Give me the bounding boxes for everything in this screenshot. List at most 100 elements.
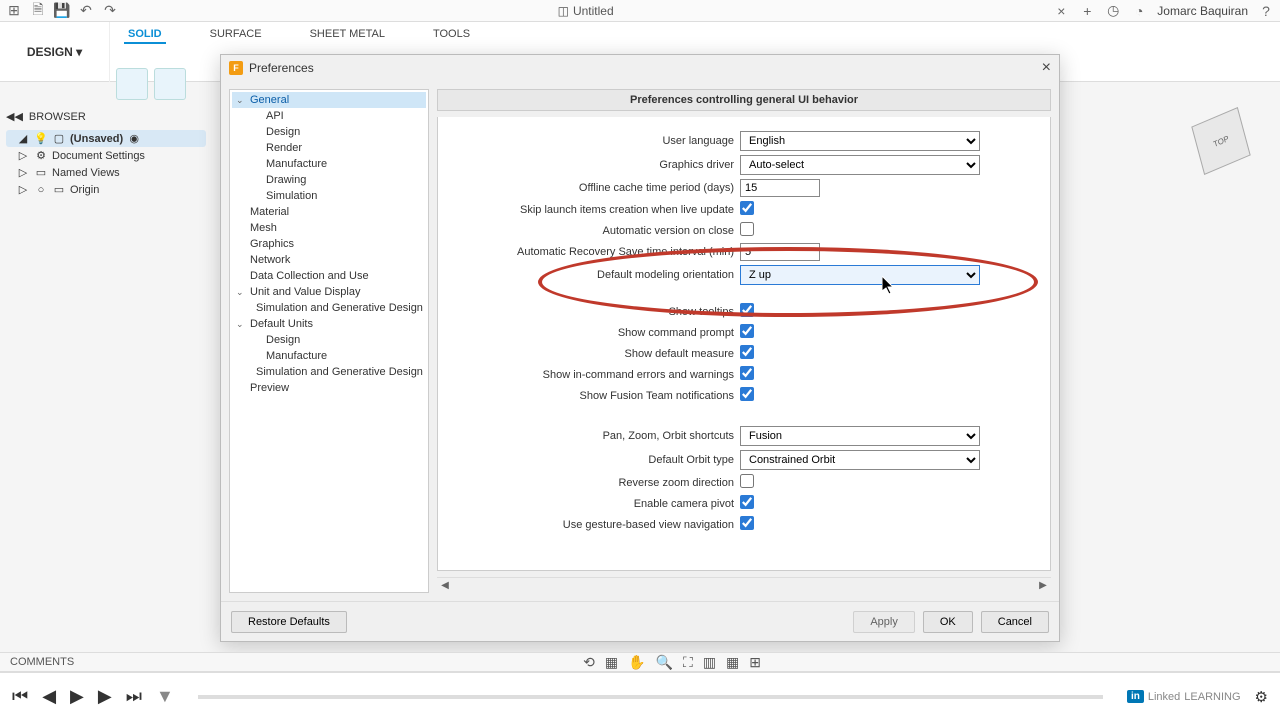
document-tab[interactable]: ◫ Untitled (126, 4, 1045, 18)
grid-icon[interactable]: ⊞ (6, 3, 22, 19)
skip-back-icon[interactable]: ⏮ (12, 686, 28, 707)
expand-icon[interactable]: ▷ (16, 149, 30, 162)
look-icon[interactable]: ▦ (605, 654, 618, 671)
redo-icon[interactable]: ↷ (102, 3, 118, 19)
tree-node-preview[interactable]: Preview (232, 380, 426, 396)
tree-node-simulation-and-generative-design[interactable]: Simulation and Generative Design (232, 300, 426, 316)
undo-icon[interactable]: ↶ (78, 3, 94, 19)
check-skip-launch[interactable] (740, 201, 754, 215)
check-tooltips[interactable] (740, 303, 754, 317)
close-tab-icon[interactable]: × (1053, 3, 1069, 19)
bulb-icon[interactable]: 💡 (34, 132, 48, 145)
select-modeling-orientation[interactable]: Z up (740, 265, 980, 285)
apply-button[interactable]: Apply (853, 611, 915, 633)
zoom-icon[interactable]: 🔍 (656, 654, 673, 671)
browser-root[interactable]: ◢ 💡 ▢ (Unsaved) ◉ (6, 130, 206, 147)
tab-surface[interactable]: SURFACE (206, 26, 266, 44)
expand-icon[interactable]: ⌄ (236, 95, 246, 106)
input-offline-cache[interactable] (740, 179, 820, 197)
expand-icon[interactable]: ▷ (16, 183, 30, 196)
tree-node-simulation-and-generative-design[interactable]: Simulation and Generative Design (232, 364, 426, 380)
add-tab-icon[interactable]: + (1079, 3, 1095, 19)
expand-icon[interactable]: ⌄ (236, 319, 246, 330)
horizontal-scrollbar[interactable]: ◀ ▶ (437, 577, 1051, 593)
tree-node-mesh[interactable]: Mesh (232, 220, 426, 236)
settings-icon[interactable]: ⚙ (1255, 688, 1268, 706)
tree-node-material[interactable]: Material (232, 204, 426, 220)
grid-settings-icon[interactable]: ▦ (726, 654, 739, 671)
preferences-tree[interactable]: ⌄GeneralAPIDesignRenderManufactureDrawin… (229, 89, 429, 593)
marker-icon[interactable]: ▼ (156, 686, 174, 707)
orbit-icon[interactable]: ⟲ (583, 654, 595, 671)
tab-tools[interactable]: TOOLS (429, 26, 474, 44)
tree-node-api[interactable]: API (232, 108, 426, 124)
browser-panel-header[interactable]: ◀◀ BROWSER (6, 110, 206, 123)
tree-node-unit-and-value-display[interactable]: ⌄Unit and Value Display (232, 284, 426, 300)
cancel-button[interactable]: Cancel (981, 611, 1049, 633)
tree-node-manufacture[interactable]: Manufacture (232, 348, 426, 364)
scroll-right-icon[interactable]: ▶ (1035, 580, 1051, 591)
tab-solid[interactable]: SOLID (124, 26, 166, 44)
fit-icon[interactable]: ⛶ (683, 654, 693, 671)
select-graphics-driver[interactable]: Auto-select (740, 155, 980, 175)
notification-icon[interactable]: ◔ (1131, 3, 1147, 19)
browser-item-origin[interactable]: ▷ ○ ▭ Origin (6, 181, 206, 198)
save-icon[interactable]: 💾 (54, 3, 70, 19)
tree-node-drawing[interactable]: Drawing (232, 172, 426, 188)
browser-item-doc-settings[interactable]: ▷ ⚙ Document Settings (6, 147, 206, 164)
check-camera-pivot[interactable] (740, 495, 754, 509)
tree-node-render[interactable]: Render (232, 140, 426, 156)
select-pan-zoom[interactable]: Fusion (740, 426, 980, 446)
tab-sheet-metal[interactable]: SHEET METAL (306, 26, 389, 44)
check-default-measure[interactable] (740, 345, 754, 359)
tree-label: Simulation (266, 190, 317, 202)
tree-node-data-collection-and-use[interactable]: Data Collection and Use (232, 268, 426, 284)
viewport-icon[interactable]: ⊞ (749, 654, 761, 671)
tree-node-design[interactable]: Design (232, 124, 426, 140)
restore-defaults-button[interactable]: Restore Defaults (231, 611, 347, 633)
workspace-switcher[interactable]: DESIGN ▾ (0, 22, 110, 82)
input-recovery[interactable] (740, 243, 820, 261)
close-icon[interactable]: × (1042, 59, 1051, 77)
tree-node-network[interactable]: Network (232, 252, 426, 268)
tree-node-graphics[interactable]: Graphics (232, 236, 426, 252)
user-name[interactable]: Jomarc Baquiran (1157, 4, 1248, 18)
sketch-tool-icon[interactable] (116, 68, 148, 100)
tree-node-default-units[interactable]: ⌄Default Units (232, 316, 426, 332)
extrude-tool-icon[interactable] (154, 68, 186, 100)
view-cube[interactable]: TOP (1190, 110, 1260, 180)
tree-node-general[interactable]: ⌄General (232, 92, 426, 108)
check-reverse-zoom[interactable] (740, 474, 754, 488)
next-icon[interactable]: ▶ (98, 686, 112, 707)
cube-face[interactable]: TOP (1191, 107, 1250, 175)
select-user-language[interactable]: English (740, 131, 980, 151)
play-icon[interactable]: ▶ (70, 686, 84, 707)
player-track[interactable] (198, 695, 1103, 699)
extensions-icon[interactable]: ◷ (1105, 3, 1121, 19)
check-cmd-prompt[interactable] (740, 324, 754, 338)
file-icon[interactable]: 🗎 (30, 3, 46, 19)
radio-icon[interactable]: ◉ (127, 132, 141, 145)
ok-button[interactable]: OK (923, 611, 973, 633)
tree-node-design[interactable]: Design (232, 332, 426, 348)
tree-node-manufacture[interactable]: Manufacture (232, 156, 426, 172)
pan-icon[interactable]: ✋ (628, 654, 645, 671)
check-fusion-team[interactable] (740, 387, 754, 401)
check-errors[interactable] (740, 366, 754, 380)
bulb-off-icon[interactable]: ○ (34, 184, 48, 196)
expand-icon[interactable]: ⌄ (236, 287, 246, 298)
browser-item-named-views[interactable]: ▷ ▭ Named Views (6, 164, 206, 181)
expand-icon[interactable]: ▷ (16, 166, 30, 179)
help-icon[interactable]: ? (1258, 3, 1274, 19)
nav-tools: ⟲ ▦ ✋ 🔍 ⛶ ▥ ▦ ⊞ (583, 654, 761, 671)
skip-fwd-icon[interactable]: ⏭ (126, 686, 142, 707)
collapse-icon[interactable]: ◀◀ (6, 110, 23, 123)
comments-label[interactable]: COMMENTS (10, 656, 74, 668)
display-icon[interactable]: ▥ (703, 654, 716, 671)
check-gesture-nav[interactable] (740, 516, 754, 530)
tree-node-simulation[interactable]: Simulation (232, 188, 426, 204)
check-auto-version[interactable] (740, 222, 754, 236)
prev-icon[interactable]: ◀ (42, 686, 56, 707)
select-orbit-type[interactable]: Constrained Orbit (740, 450, 980, 470)
scroll-left-icon[interactable]: ◀ (437, 580, 453, 591)
